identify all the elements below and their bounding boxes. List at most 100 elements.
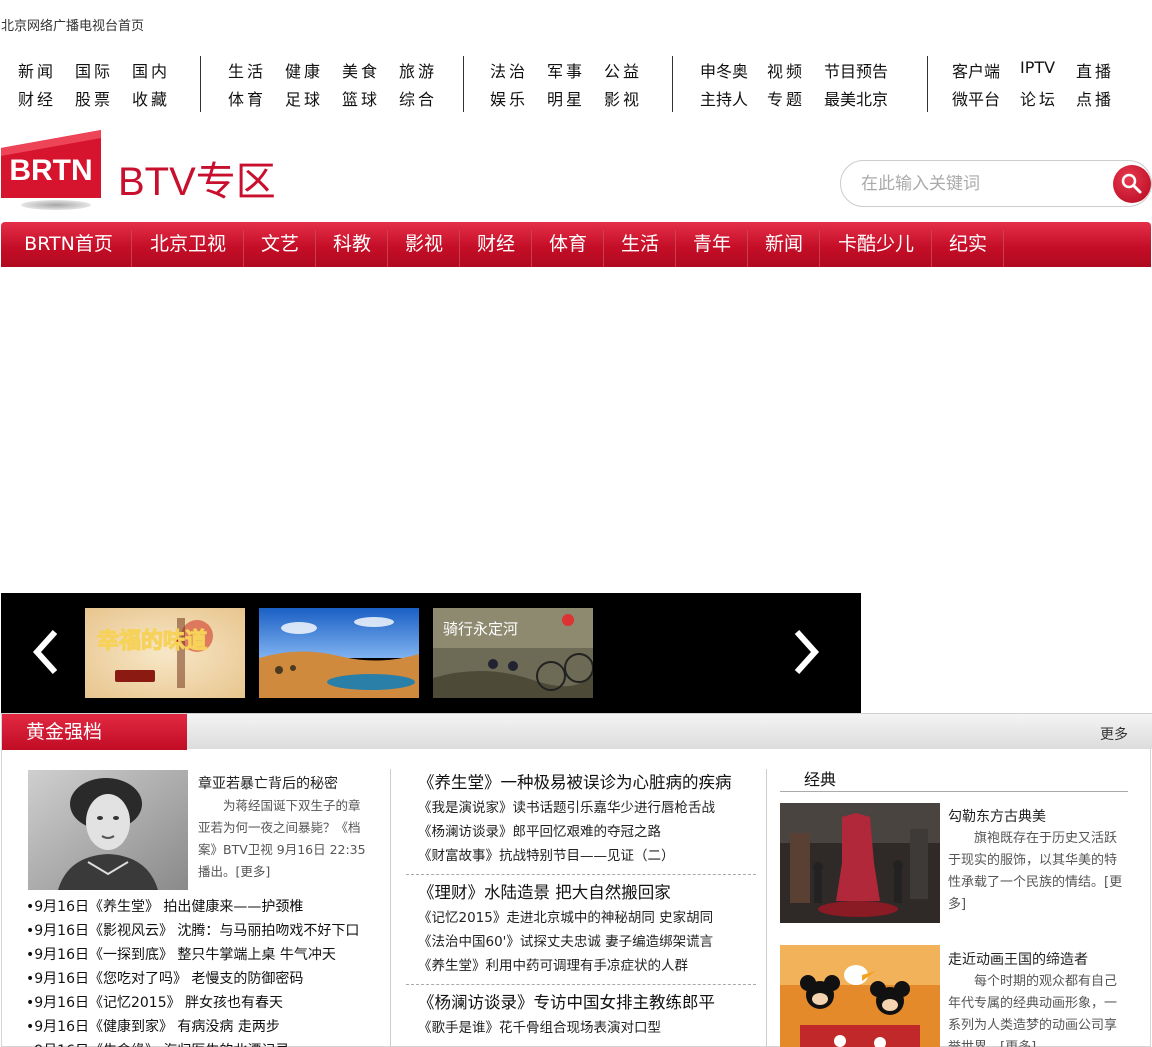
search-button[interactable] bbox=[1113, 165, 1151, 203]
list-item[interactable]: •9月16日《影视风云》 沈腾：与马丽拍吻戏不好下口 bbox=[26, 919, 386, 943]
nav-link[interactable]: 军事 bbox=[547, 58, 585, 82]
mainnav-item[interactable]: 生活 bbox=[605, 222, 675, 267]
nav-link[interactable]: 申冬奥 bbox=[700, 58, 748, 82]
nav-link[interactable]: 生活 bbox=[228, 58, 266, 82]
nav-link[interactable]: 足球 bbox=[285, 86, 323, 110]
mainnav-divider bbox=[1003, 230, 1004, 267]
list-item[interactable]: •9月16日《记忆2015》 胖女孩也有春天 bbox=[26, 991, 386, 1015]
nav-link[interactable]: 篮球 bbox=[342, 86, 380, 110]
nav-link[interactable]: 影视 bbox=[604, 86, 642, 110]
nav-link[interactable]: 新闻 bbox=[18, 58, 56, 82]
nav-link[interactable]: 节目预告 bbox=[824, 58, 888, 82]
nav-link[interactable]: 客户端 bbox=[952, 58, 1000, 82]
nav-link[interactable]: 直播 bbox=[1076, 58, 1114, 82]
classic-underline bbox=[780, 791, 1128, 792]
news-item[interactable]: 《歌手是谁》花千骨组合现场表演对口型 bbox=[406, 1016, 756, 1040]
mainnav-item[interactable]: 新闻 bbox=[749, 222, 819, 267]
list-item[interactable]: •9月16日《您吃对了吗》 老慢支的防御密码 bbox=[26, 967, 386, 991]
mainnav-item[interactable]: 文艺 bbox=[245, 222, 315, 267]
svg-text:幸福的味道: 幸福的味道 bbox=[97, 628, 207, 654]
nav-link[interactable]: 主持人 bbox=[700, 86, 748, 110]
carousel-thumb[interactable]: 骑行永定河 bbox=[433, 608, 593, 698]
logo-shadow bbox=[21, 200, 91, 210]
nav-link[interactable]: 点播 bbox=[1076, 86, 1114, 110]
list-item[interactable]: •9月16日《养生堂》 拍出健康来——护颈椎 bbox=[26, 895, 386, 919]
news-headline[interactable]: 《养生堂》一种极易被误诊为心脏病的疾病 bbox=[406, 769, 756, 796]
nav-divider bbox=[927, 56, 928, 112]
mainnav-item[interactable]: 科教 bbox=[317, 222, 387, 267]
classic-image[interactable] bbox=[780, 945, 940, 1047]
nav-link[interactable]: 股票 bbox=[75, 86, 113, 110]
program-thumbnail-image: 骑行永定河 bbox=[433, 608, 593, 698]
more-link[interactable]: 更多 bbox=[1100, 724, 1128, 744]
carousel-thumb[interactable] bbox=[259, 608, 419, 698]
svg-text:骑行永定河: 骑行永定河 bbox=[443, 620, 518, 638]
nav-group-video: 申冬奥 视频 节目预告 主持人 专题 最美北京 bbox=[700, 56, 910, 112]
nav-link[interactable]: 国际 bbox=[75, 58, 113, 82]
mainnav-divider bbox=[747, 230, 748, 267]
nav-link[interactable]: 美食 bbox=[342, 58, 380, 82]
nav-group-law: 法治 军事 公益 娱乐 明星 影视 bbox=[490, 56, 660, 112]
classic-item-desc: 每个时期的观众都有自己年代专属的经典动画形象，一系列为人类造梦的动画公司享誉世界… bbox=[948, 974, 1118, 1047]
news-headline[interactable]: 《杨澜访谈录》专访中国女排主教练郎平 bbox=[406, 989, 756, 1016]
list-item[interactable]: •9月16日《一探到底》 整只牛掌端上桌 牛气冲天 bbox=[26, 943, 386, 967]
chevron-left-icon[interactable] bbox=[27, 627, 67, 677]
news-item[interactable]: 《记忆2015》走进北京城中的神秘胡同 史家胡同 bbox=[406, 906, 756, 930]
mainnav-divider bbox=[603, 230, 604, 267]
nav-link[interactable]: 专题 bbox=[767, 86, 805, 110]
mainnav-item[interactable]: 纪实 bbox=[933, 222, 1003, 267]
featured-description: 为蒋经国诞下双生子的章亚若为何一夜之间暴毙？《档案》BTV卫视 9月16日 22… bbox=[198, 798, 366, 879]
cartoon-characters-image bbox=[780, 945, 940, 1047]
brtn-logo[interactable]: BRTN bbox=[1, 130, 104, 212]
news-headline[interactable]: 《理财》水陆造景 把大自然搬回家 bbox=[406, 879, 756, 906]
nav-link[interactable]: 微平台 bbox=[952, 86, 1000, 110]
news-item[interactable]: 《财富故事》抗战特别节目——见证（二） bbox=[406, 844, 756, 868]
mainnav-item[interactable]: BRTN首页 bbox=[6, 222, 131, 267]
nav-group-news: 新闻 国际 国内 财经 股票 收藏 bbox=[18, 56, 188, 112]
news-item[interactable]: 《杨澜访谈录》郎平回忆艰难的夺冠之路 bbox=[406, 820, 756, 844]
nav-link[interactable]: 综合 bbox=[399, 86, 437, 110]
nav-link[interactable]: 收藏 bbox=[132, 86, 170, 110]
nav-link[interactable]: 论坛 bbox=[1020, 86, 1058, 110]
news-block: 《养生堂》一种极易被误诊为心脏病的疾病 《我是演说家》读书话题引乐嘉华少进行唇枪… bbox=[406, 769, 756, 868]
nav-link[interactable]: IPTV bbox=[1020, 58, 1055, 77]
mainnav-item[interactable]: 青年 bbox=[677, 222, 747, 267]
news-item[interactable]: 《我是演说家》读书话题引乐嘉华少进行唇枪舌战 bbox=[406, 796, 756, 820]
featured-title[interactable]: 章亚若暴亡背后的秘密 bbox=[198, 773, 338, 793]
mainnav-item[interactable]: 北京卫视 bbox=[133, 222, 243, 267]
nav-link[interactable]: 明星 bbox=[547, 86, 585, 110]
nav-link[interactable]: 娱乐 bbox=[490, 86, 528, 110]
dashed-divider bbox=[406, 874, 756, 875]
classic-item-desc: 旗袍既存在于历史又活跃于现实的服饰，以其华美的特性承载了一个民族的情结。[更多] bbox=[948, 831, 1123, 912]
nav-link[interactable]: 财经 bbox=[18, 86, 56, 110]
search-icon bbox=[1121, 173, 1142, 194]
mainnav-item[interactable]: 财经 bbox=[461, 222, 531, 267]
list-item[interactable]: •9月16日《健康到家》 有病没病 走两步 bbox=[26, 1015, 386, 1039]
mainnav-item[interactable]: 体育 bbox=[533, 222, 603, 267]
classic-image[interactable] bbox=[780, 803, 940, 923]
chevron-right-icon[interactable] bbox=[785, 627, 825, 677]
nav-link[interactable]: 最美北京 bbox=[824, 86, 888, 110]
nav-link[interactable]: 健康 bbox=[285, 58, 323, 82]
classic-item-title[interactable]: 走近动画王国的缔造者 bbox=[948, 949, 1088, 969]
nav-link[interactable]: 旅游 bbox=[399, 58, 437, 82]
mainnav-item[interactable]: 影视 bbox=[389, 222, 459, 267]
mainnav-divider bbox=[931, 230, 932, 267]
nav-link[interactable]: 视频 bbox=[767, 58, 805, 82]
section-header: 黄金强档 更多 bbox=[2, 713, 1152, 750]
mainnav-item[interactable]: 卡酷少儿 bbox=[821, 222, 931, 267]
carousel-thumb[interactable]: 幸福的味道 bbox=[85, 608, 245, 698]
nav-link[interactable]: 国内 bbox=[132, 58, 170, 82]
search-input[interactable] bbox=[861, 171, 1111, 197]
list-item[interactable]: •9月16日《生命缘》 海归医生的北漂记录 bbox=[26, 1039, 386, 1047]
news-item[interactable]: 《养生堂》利用中药可调理有手凉症状的人群 bbox=[406, 954, 756, 978]
featured-image[interactable] bbox=[28, 770, 188, 890]
classic-item-title[interactable]: 勾勒东方古典美 bbox=[948, 806, 1046, 826]
nav-link[interactable]: 法治 bbox=[490, 58, 528, 82]
news-item[interactable]: 《法治中国60'》试探丈夫忠诚 妻子编造绑架谎言 bbox=[406, 930, 756, 954]
portal-home-link[interactable]: 北京网络广播电视台首页 bbox=[1, 15, 144, 34]
mainnav-divider bbox=[131, 230, 132, 267]
nav-link[interactable]: 公益 bbox=[604, 58, 642, 82]
section-title: 黄金强档 bbox=[2, 714, 187, 750]
nav-link[interactable]: 体育 bbox=[228, 86, 266, 110]
